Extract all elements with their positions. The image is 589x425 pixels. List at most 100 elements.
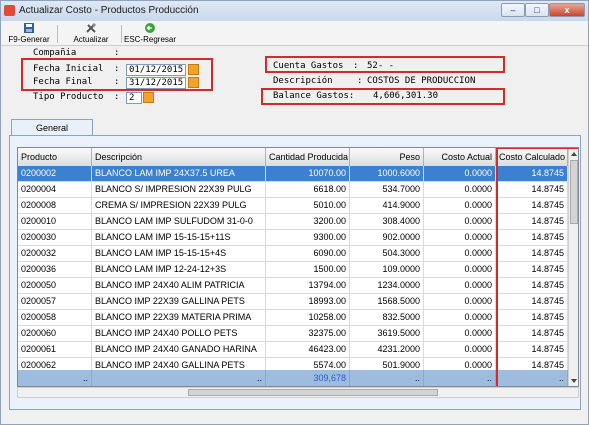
- col-producto-cell: 0200030: [18, 230, 92, 246]
- lookup-picker-icon[interactable]: [143, 92, 154, 103]
- col-cantidad-cell: 13794.00: [266, 278, 350, 294]
- cuenta-gastos-value: 52- -: [367, 61, 395, 71]
- balance-gastos-value: 4,606,301.30: [373, 91, 439, 101]
- col-producto-cell: 0200002: [18, 166, 92, 182]
- fecha-inicial-input[interactable]: 01/12/2015: [126, 64, 186, 76]
- costo-calculado-highlight: [496, 148, 578, 386]
- cuenta-gastos-label: Cuenta Gastos: [273, 61, 344, 71]
- table-row[interactable]: 0200010 BLANCO LAM IMP SULFUDOM 31-0-0 320…: [18, 214, 568, 230]
- col-producto-cell: 0200058: [18, 310, 92, 326]
- app-window: Actualizar Costo - Productos Producción …: [0, 0, 589, 425]
- table-row[interactable]: 0200057 BLANCO IMP 22X39 GALLINA PETS 1899…: [18, 294, 568, 310]
- col-peso-cell: 1234.0000: [350, 278, 424, 294]
- compania-label: Compañia: [33, 48, 77, 58]
- tab-general[interactable]: General: [11, 119, 93, 136]
- col-cantidad-cell: 3200.00: [266, 214, 350, 230]
- total-cell: ..: [92, 370, 266, 386]
- header-col-costo-actual[interactable]: Costo Actual: [424, 148, 496, 166]
- col-costo-actual-cell: 0.0000: [424, 278, 496, 294]
- calendar-picker-icon[interactable]: [188, 77, 199, 88]
- tipo-producto-input[interactable]: 2: [126, 92, 142, 104]
- toolbar-separator: [57, 25, 58, 43]
- close-button[interactable]: x: [549, 3, 585, 17]
- col-producto-cell: 0200032: [18, 246, 92, 262]
- app-icon: [4, 5, 15, 16]
- fecha-inicial-label: Fecha Inicial: [33, 64, 104, 74]
- col-producto-cell: 0200008: [18, 198, 92, 214]
- col-peso-cell: 832.5000: [350, 310, 424, 326]
- table-row[interactable]: 0200060 BLANCO IMP 24X40 POLLO PETS 32375.…: [18, 326, 568, 342]
- descripcion-value: COSTOS DE PRODUCCION: [367, 76, 476, 86]
- col-descripcion-cell: BLANCO LAM IMP 15-15-15+11S: [92, 230, 266, 246]
- table-row[interactable]: 0200030 BLANCO LAM IMP 15-15-15+11S 9300.0…: [18, 230, 568, 246]
- compania-colon: :: [114, 48, 120, 58]
- col-costo-actual-cell: 0.0000: [424, 246, 496, 262]
- table-row[interactable]: 0200050 BLANCO IMP 24X40 ALIM PATRICIA 137…: [18, 278, 568, 294]
- maximize-button[interactable]: □: [525, 3, 549, 17]
- table-row[interactable]: 0200061 BLANCO IMP 24X40 GANADO HARINA 464…: [18, 342, 568, 358]
- horizontal-scrollbar[interactable]: [17, 387, 579, 398]
- calendar-picker-icon[interactable]: [188, 64, 199, 75]
- table-row[interactable]: 0200036 BLANCO LAM IMP 12-24-12+3S 1500.00…: [18, 262, 568, 278]
- col-peso-cell: 3619.5000: [350, 326, 424, 342]
- col-peso-cell: 534.7000: [350, 182, 424, 198]
- col-descripcion-cell: CREMA S/ IMPRESION 22X39 PULG: [92, 198, 266, 214]
- table-row[interactable]: 0200032 BLANCO LAM IMP 15-15-15+4S 6090.00…: [18, 246, 568, 262]
- header-col-descripcion[interactable]: Descripción: [92, 148, 266, 166]
- table-row[interactable]: 0200058 BLANCO IMP 22X39 MATERIA PRIMA 102…: [18, 310, 568, 326]
- col-costo-actual-cell: 0.0000: [424, 166, 496, 182]
- fecha-final-label: Fecha Final: [33, 77, 93, 87]
- header-col-cantidad[interactable]: Cantidad Producida: [266, 148, 350, 166]
- col-costo-actual-cell: 0.0000: [424, 342, 496, 358]
- header-col-peso[interactable]: Peso: [350, 148, 424, 166]
- col-costo-actual-cell: 0.0000: [424, 310, 496, 326]
- col-cantidad-cell: 9300.00: [266, 230, 350, 246]
- col-cantidad-cell: 10070.00: [266, 166, 350, 182]
- col-producto-cell: 0200050: [18, 278, 92, 294]
- table-row[interactable]: 0200008 CREMA S/ IMPRESION 22X39 PULG 5010…: [18, 198, 568, 214]
- table-row[interactable]: 0200004 BLANCO S/ IMPRESION 22X39 PULG 661…: [18, 182, 568, 198]
- total-cell: 309,678: [266, 370, 350, 386]
- col-peso-cell: 308.4000: [350, 214, 424, 230]
- regresar-button[interactable]: ESC-Regresar: [123, 23, 177, 45]
- col-peso-cell: 902.0000: [350, 230, 424, 246]
- col-descripcion-cell: BLANCO LAM IMP 15-15-15+4S: [92, 246, 266, 262]
- col-peso-cell: 504.3000: [350, 246, 424, 262]
- col-descripcion-cell: BLANCO IMP 22X39 GALLINA PETS: [92, 294, 266, 310]
- col-peso-cell: 414.9000: [350, 198, 424, 214]
- window-title: Actualizar Costo - Productos Producción: [19, 5, 199, 16]
- total-cell: ..: [18, 370, 92, 386]
- regresar-label: ESC-Regresar: [123, 35, 176, 44]
- col-cantidad-cell: 5010.00: [266, 198, 350, 214]
- col-cantidad-cell: 6090.00: [266, 246, 350, 262]
- col-producto-cell: 0200060: [18, 326, 92, 342]
- grid-totals-row: .... 309,678......: [18, 370, 568, 386]
- fecha-final-input[interactable]: 31/12/2015: [126, 77, 186, 89]
- col-cantidad-cell: 10258.00: [266, 310, 350, 326]
- col-descripcion-cell: BLANCO IMP 22X39 MATERIA PRIMA: [92, 310, 266, 326]
- col-descripcion-cell: BLANCO LAM IMP SULFUDOM 31-0-0: [92, 214, 266, 230]
- minimize-button[interactable]: –: [501, 3, 525, 17]
- col-producto-cell: 0200004: [18, 182, 92, 198]
- hscroll-thumb[interactable]: [188, 389, 438, 396]
- col-peso-cell: 4231.2000: [350, 342, 424, 358]
- generar-button[interactable]: F9-Generar: [5, 23, 53, 45]
- col-producto-cell: 0200061: [18, 342, 92, 358]
- col-costo-actual-cell: 0.0000: [424, 326, 496, 342]
- save-icon: [24, 23, 34, 33]
- header-col-producto[interactable]: Producto: [18, 148, 92, 166]
- col-descripcion-cell: BLANCO LAM IMP 12-24-12+3S: [92, 262, 266, 278]
- title-bar: Actualizar Costo - Productos Producción …: [1, 1, 588, 21]
- col-cantidad-cell: 32375.00: [266, 326, 350, 342]
- total-cell: ..: [424, 370, 496, 386]
- total-cell: ..: [350, 370, 424, 386]
- descripcion-colon: :: [357, 76, 363, 86]
- col-costo-actual-cell: 0.0000: [424, 198, 496, 214]
- col-costo-actual-cell: 0.0000: [424, 294, 496, 310]
- actualizar-button[interactable]: Actualizar: [65, 23, 117, 45]
- back-arrow-icon: [145, 23, 155, 33]
- balance-gastos-label: Balance Gastos:: [273, 91, 355, 101]
- col-descripcion-cell: BLANCO IMP 24X40 ALIM PATRICIA: [92, 278, 266, 294]
- table-row[interactable]: 0200002 BLANCO LAM IMP 24X37.5 UREA 10070.…: [18, 166, 568, 182]
- fecha-inicial-colon: :: [114, 64, 120, 74]
